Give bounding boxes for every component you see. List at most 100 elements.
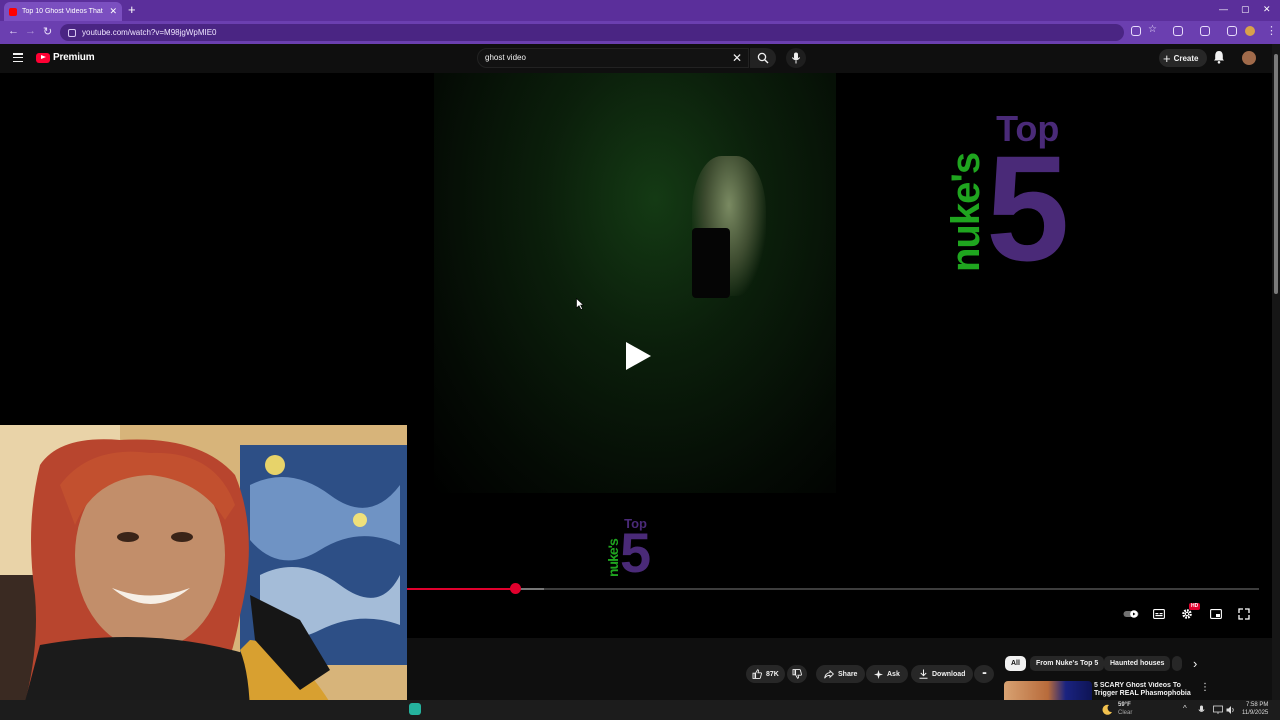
youtube-header: Premium ghost video ✕ + Create — [0, 44, 1272, 73]
maximize-button[interactable]: ▢ — [1241, 4, 1250, 15]
new-tab-button[interactable]: + — [128, 3, 136, 17]
youtube-logo-icon — [36, 52, 50, 63]
taskbar-app-icon[interactable] — [409, 703, 421, 715]
weather-moon-icon — [1102, 704, 1112, 715]
bookmark-star-icon[interactable]: ☆ — [1148, 24, 1158, 35]
download-icon — [919, 669, 928, 679]
minimize-button[interactable]: — — [1219, 4, 1228, 14]
fullscreen-icon — [1238, 608, 1250, 620]
share-label: Share — [838, 670, 858, 678]
brand-name-small: nuke's — [605, 539, 621, 577]
forward-arrow-icon[interactable]: → — [25, 25, 36, 37]
extensions-icon[interactable] — [1173, 26, 1183, 36]
account-avatar[interactable] — [1242, 51, 1256, 65]
browser-profile-avatar[interactable] — [1245, 26, 1255, 36]
video-frame-phone — [692, 228, 730, 298]
search-button[interactable] — [750, 48, 776, 68]
miniplayer-button[interactable] — [1208, 607, 1224, 621]
microphone-tray-icon[interactable] — [1198, 705, 1205, 715]
chip-all[interactable]: All — [1005, 656, 1026, 671]
chip-haunted-houses[interactable]: Haunted houses — [1104, 656, 1171, 671]
voice-search-button[interactable] — [786, 48, 806, 68]
ask-label: Ask — [887, 670, 900, 678]
subtitles-button[interactable] — [1151, 607, 1167, 621]
clock-date: 11/9/2025 — [1242, 710, 1269, 716]
play-icon[interactable] — [623, 341, 653, 371]
progress-bar-played — [406, 588, 516, 590]
more-actions-button[interactable]: ••• — [974, 665, 994, 683]
page-scrollbar-thumb[interactable] — [1274, 54, 1278, 294]
weather-temp: 59°F — [1118, 702, 1131, 708]
progress-scrubber-handle[interactable] — [509, 583, 521, 594]
plus-icon: + — [1163, 50, 1171, 66]
os-taskbar: 59°F Clear ^ 7:58 PM 11/9/2025 — [0, 700, 1280, 720]
tab-close-icon[interactable]: ✕ — [109, 6, 117, 17]
ask-button[interactable]: Ask — [866, 665, 908, 683]
cast-icon[interactable] — [1131, 26, 1141, 36]
volume-icon[interactable] — [1226, 705, 1236, 715]
side-panel-icon[interactable] — [1200, 26, 1210, 36]
brand-top5-small: Top 5 — [620, 517, 652, 585]
network-icon[interactable] — [1213, 705, 1223, 715]
tab-title: Top 10 Ghost Videos That — [22, 8, 103, 15]
microphone-icon — [791, 52, 801, 64]
search-query: ghost video — [485, 53, 526, 62]
reload-icon[interactable]: ↻ — [43, 25, 52, 38]
youtube-premium-logo[interactable]: Premium — [36, 52, 95, 63]
share-arrow-icon — [824, 669, 834, 678]
search-icon — [757, 52, 769, 64]
like-button[interactable]: 87K — [746, 665, 785, 683]
download-button[interactable]: Download — [911, 665, 974, 683]
tray-overflow-icon[interactable]: ^ — [1183, 705, 1187, 713]
back-arrow-icon[interactable]: ← — [8, 25, 19, 37]
miniplayer-icon — [1210, 609, 1222, 619]
dislike-button[interactable] — [787, 665, 807, 683]
channel-watermark-small: nuke's Top 5 — [605, 505, 652, 585]
browser-toolbar: ← → ↻ youtube.com/watch?v=M98jgWpMIE0 ☆ … — [0, 21, 1280, 44]
youtube-favicon-icon — [9, 7, 17, 16]
site-info-icon[interactable] — [68, 28, 76, 37]
search-input[interactable]: ghost video ✕ — [477, 48, 749, 68]
sparkle-icon — [874, 669, 883, 679]
brand-name-large: nuke's — [944, 152, 988, 272]
address-url: youtube.com/watch?v=M98jgWpMIE0 — [82, 28, 217, 37]
download-label: Download — [932, 670, 966, 678]
autoplay-toggle[interactable] — [1123, 607, 1139, 621]
sidebar-icon[interactable] — [1227, 26, 1237, 36]
brand-number-small: 5 — [620, 521, 652, 585]
create-button[interactable]: + Create — [1159, 49, 1207, 67]
thumbs-up-icon — [752, 669, 762, 679]
window-close-button[interactable]: ✕ — [1263, 4, 1271, 15]
channel-watermark-large: nuke's Top 5 — [944, 87, 1070, 292]
hamburger-menu-icon[interactable] — [13, 53, 23, 63]
thumbs-down-icon — [792, 669, 802, 679]
mouse-cursor-icon — [576, 298, 584, 310]
browser-tab-active[interactable]: Top 10 Ghost Videos That ✕ — [4, 2, 122, 21]
like-count: 87K — [766, 670, 779, 678]
recommendation-more-icon[interactable]: ⋮ — [1200, 682, 1210, 693]
more-dots-icon: ••• — [982, 671, 986, 677]
fullscreen-button[interactable] — [1236, 607, 1252, 621]
chip-from-channel[interactable]: From Nuke's Top 5 — [1030, 656, 1105, 671]
video-frame-scene — [434, 73, 836, 493]
page-scrollbar[interactable] — [1272, 44, 1280, 700]
clock-time: 7:58 PM — [1246, 702, 1269, 708]
recommendation-thumbnail[interactable] — [1004, 681, 1092, 700]
chip-overflow[interactable] — [1172, 656, 1182, 671]
recommendation-title[interactable]: 5 SCARY Ghost Videos To Trigger REAL Pha… — [1094, 682, 1194, 699]
address-bar[interactable]: youtube.com/watch?v=M98jgWpMIE0 — [60, 24, 1124, 41]
browser-tabbar: Top 10 Ghost Videos That ✕ + — ▢ ✕ — [0, 0, 1280, 21]
share-button[interactable]: Share — [816, 665, 866, 683]
webcam-overlay — [0, 425, 407, 720]
screen: Top 10 Ghost Videos That ✕ + — ▢ ✕ ← → ↻… — [0, 0, 1280, 720]
logo-text: Premium — [53, 52, 95, 63]
weather-condition: Clear — [1118, 710, 1133, 716]
hd-badge: HD — [1189, 603, 1201, 610]
clear-search-icon[interactable]: ✕ — [732, 51, 742, 65]
chips-next-arrow-icon[interactable]: › — [1187, 656, 1203, 671]
browser-menu-icon[interactable]: ⋮ — [1266, 24, 1277, 37]
brand-number-large: 5 — [986, 123, 1070, 292]
notifications-bell-icon[interactable] — [1213, 50, 1225, 64]
webcam-feed-image — [0, 425, 407, 720]
autoplay-toggle-icon — [1123, 610, 1139, 618]
